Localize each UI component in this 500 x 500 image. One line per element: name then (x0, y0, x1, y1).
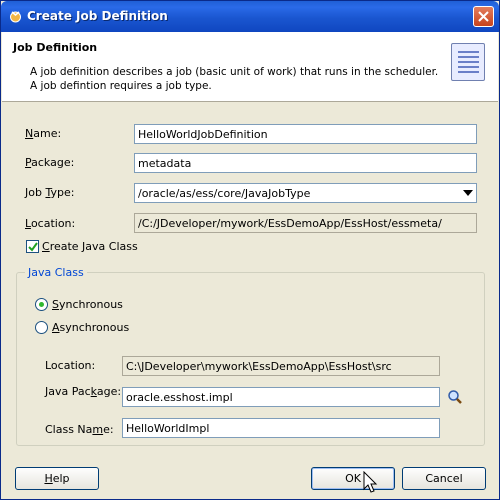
ok-button[interactable]: OK (311, 467, 395, 490)
close-button[interactable] (473, 6, 494, 27)
check-icon (28, 242, 38, 252)
header-title: Job Definition (13, 41, 98, 54)
window-title: Create Job Definition (27, 9, 168, 23)
create-java-class-label[interactable]: Create Java Class (42, 240, 138, 253)
name-label: Name: (25, 127, 62, 140)
package-field[interactable]: metadata (134, 153, 477, 173)
mouse-pointer-icon (363, 471, 378, 493)
asynchronous-label[interactable]: Asynchronous (52, 321, 129, 334)
java-class-legend: Java Class (25, 266, 87, 279)
search-icon[interactable] (447, 389, 463, 405)
job-type-select[interactable]: /oracle/as/ess/core/JavaJobType (134, 183, 477, 203)
asynchronous-radio[interactable] (35, 321, 48, 334)
package-label: Package: (25, 156, 75, 169)
create-java-class-checkbox[interactable] (26, 240, 39, 253)
chevron-down-icon[interactable] (463, 190, 473, 196)
java-class-location-field: C:\JDeveloper\mywork\EssDemoApp\EssHost\… (122, 356, 440, 376)
location-label: Location: (25, 217, 76, 230)
name-field[interactable]: HelloWorldJobDefinition (134, 124, 477, 144)
class-name-label: Class Name: (45, 423, 114, 436)
title-bar[interactable]: Create Job Definition (1, 1, 499, 32)
create-job-definition-dialog: Create Job Definition Job Definition A j… (0, 0, 500, 500)
oracle-jdev-icon (10, 11, 21, 23)
document-list-icon (451, 43, 485, 81)
close-icon (478, 11, 489, 22)
cancel-button[interactable]: Cancel (402, 467, 486, 490)
header-description: A job definition describes a job (basic … (30, 66, 439, 92)
job-type-value: /oracle/as/ess/core/JavaJobType (138, 187, 311, 200)
class-name-field[interactable]: HelloWorldImpl (122, 418, 440, 438)
synchronous-radio[interactable] (35, 298, 48, 311)
java-class-location-label: Location: (45, 359, 96, 372)
job-type-label: Job Type: (25, 186, 75, 199)
java-package-field[interactable]: oracle.esshost.impl (122, 387, 440, 407)
header-panel: Job Definition A job definition describe… (2, 32, 498, 102)
location-field: /C:/JDeveloper/mywork/EssDemoApp/EssHost… (134, 213, 477, 233)
java-package-label: Java Package: (45, 385, 122, 398)
synchronous-label[interactable]: Synchronous (52, 298, 123, 311)
help-button[interactable]: Help (15, 467, 99, 490)
